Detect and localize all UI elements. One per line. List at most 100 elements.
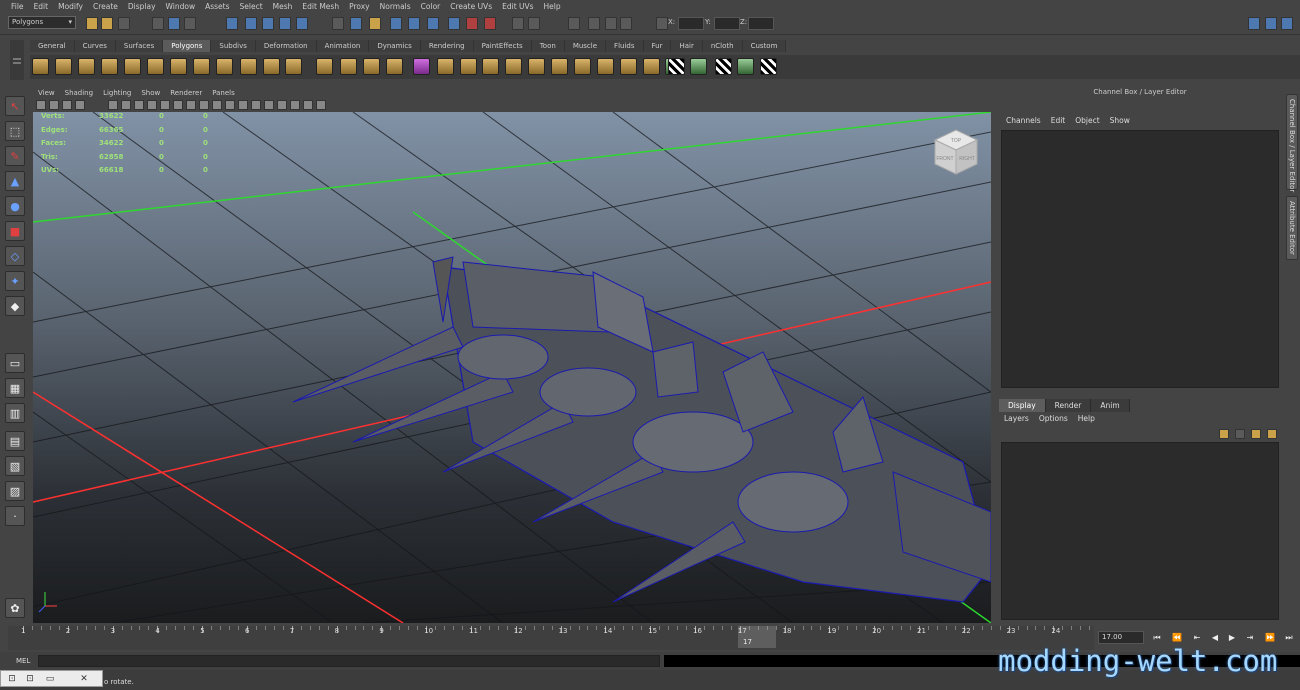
- viewport-menu-show[interactable]: Show: [136, 88, 165, 99]
- render-region-icon[interactable]: [484, 17, 496, 30]
- shelf-soccer-ball-icon[interactable]: [263, 58, 280, 75]
- render-settings-icon[interactable]: [427, 17, 439, 30]
- shelf-fill-hole-icon[interactable]: [460, 58, 477, 75]
- shelf-smooth-icon[interactable]: [386, 58, 403, 75]
- shelf-bevel-icon[interactable]: [643, 58, 660, 75]
- shelf-cylinder-icon[interactable]: [78, 58, 95, 75]
- menu-window[interactable]: Window: [161, 0, 201, 13]
- layer-tab-anim[interactable]: Anim: [1091, 399, 1130, 412]
- step-forward-frame-button[interactable]: ⇥: [1244, 632, 1256, 644]
- shelf-cylinder-map-icon[interactable]: [690, 58, 707, 75]
- render-view-icon[interactable]: [466, 17, 478, 30]
- play-forward-button[interactable]: ▶: [1226, 632, 1238, 644]
- attribute-editor-toggle-icon[interactable]: [1248, 17, 1260, 30]
- viewport-menu-panels[interactable]: Panels: [207, 88, 240, 99]
- layout-outliner-icon[interactable]: ▤: [5, 431, 25, 451]
- select-component-icon[interactable]: [184, 17, 196, 30]
- menu-select[interactable]: Select: [235, 0, 268, 13]
- vp-select-camera-icon[interactable]: [36, 100, 46, 110]
- perspective-viewport[interactable]: Verts: 33622 0 0 Edges: 66365 0 0 Faces: 34622 0 0 T…: [33, 112, 991, 623]
- camera-icon[interactable]: [605, 17, 617, 30]
- new-layer-icon[interactable]: [1219, 429, 1229, 439]
- shelf-tab-polygons[interactable]: Polygons: [163, 40, 212, 52]
- lasso-tool-icon[interactable]: ⬚: [5, 121, 25, 141]
- scene-icon[interactable]: ✿: [5, 598, 25, 618]
- layer-tab-render[interactable]: Render: [1045, 399, 1092, 412]
- shelf-platonic-icon[interactable]: [285, 58, 302, 75]
- shelf-tab-general[interactable]: General: [30, 40, 75, 52]
- menu-edit-mesh[interactable]: Edit Mesh: [297, 0, 344, 13]
- scale-tool-icon[interactable]: ■: [5, 221, 25, 241]
- construction-icon[interactable]: [528, 17, 540, 30]
- mel-input[interactable]: [38, 655, 660, 667]
- channel-menu-show[interactable]: Show: [1105, 116, 1135, 125]
- restore-window-icon[interactable]: ⊡: [23, 674, 37, 685]
- shelf-tab-animation[interactable]: Animation: [316, 40, 370, 52]
- open-scene-icon[interactable]: [101, 17, 113, 30]
- shelf-boolean-icon[interactable]: [413, 58, 430, 75]
- snap-grid-icon[interactable]: [226, 17, 238, 30]
- select-tool-icon[interactable]: ↖: [5, 96, 25, 116]
- view-cube[interactable]: TOP FRONT RIGHT: [931, 126, 981, 176]
- vp-safe-action-icon[interactable]: [173, 100, 183, 110]
- snap-plane-icon[interactable]: [279, 17, 291, 30]
- shelf-cube-icon[interactable]: [55, 58, 72, 75]
- shelf-tab-hair[interactable]: Hair: [671, 40, 703, 52]
- make-live-icon[interactable]: [296, 17, 308, 30]
- shelf-tab-ncloth[interactable]: nCloth: [702, 40, 743, 52]
- shelf-make-hole-icon[interactable]: [482, 58, 499, 75]
- z-field[interactable]: [748, 17, 774, 30]
- vp-high-quality-icon[interactable]: [303, 100, 313, 110]
- select-hierarchy-icon[interactable]: [152, 17, 164, 30]
- channel-box-toggle-icon[interactable]: [1281, 17, 1293, 30]
- shelf-tab-subdivs[interactable]: Subdivs: [211, 40, 256, 52]
- soft-mod-icon[interactable]: ✦: [5, 271, 25, 291]
- shelf-tab-painteffects[interactable]: PaintEffects: [473, 40, 532, 52]
- viewport-menu-shading[interactable]: Shading: [60, 88, 98, 99]
- layer-tab-display[interactable]: Display: [999, 399, 1046, 412]
- menu-create[interactable]: Create: [88, 0, 123, 13]
- y-field[interactable]: [714, 17, 740, 30]
- channel-list[interactable]: [1001, 130, 1279, 388]
- step-back-key-button[interactable]: ⏪: [1171, 632, 1183, 644]
- help-icon[interactable]: [350, 17, 362, 30]
- vp-xray-icon[interactable]: [264, 100, 274, 110]
- menu-edit[interactable]: Edit: [29, 0, 54, 13]
- shelf-duplicate-face-icon[interactable]: [597, 58, 614, 75]
- wireframe-icon[interactable]: [620, 17, 632, 30]
- menu-normals[interactable]: Normals: [375, 0, 416, 13]
- shelf-tab-surfaces[interactable]: Surfaces: [115, 40, 164, 52]
- vp-wireframe-on-shaded-icon[interactable]: [212, 100, 222, 110]
- shelf-extrude-icon[interactable]: [620, 58, 637, 75]
- shelf-average-icon[interactable]: [437, 58, 454, 75]
- layer-options-icon[interactable]: [1251, 429, 1261, 439]
- vp-image-plane-icon[interactable]: [75, 100, 85, 110]
- vp-show-all-icon[interactable]: [316, 100, 326, 110]
- last-tool-icon[interactable]: ◆: [5, 296, 25, 316]
- hypershade-icon[interactable]: [448, 17, 460, 30]
- shelf-tab-fluids[interactable]: Fluids: [606, 40, 644, 52]
- step-forward-key-button[interactable]: ⏩: [1264, 632, 1276, 644]
- layout-single-icon[interactable]: ▭: [5, 353, 25, 373]
- x-field[interactable]: [678, 17, 704, 30]
- layout-four-icon[interactable]: ▦: [5, 378, 25, 398]
- current-frame-field[interactable]: 17.00: [1098, 631, 1144, 644]
- step-back-frame-button[interactable]: ⇤: [1191, 632, 1203, 644]
- lock-icon[interactable]: [369, 17, 381, 30]
- transform-field-icon[interactable]: [656, 17, 668, 30]
- viewport-menu-lighting[interactable]: Lighting: [98, 88, 136, 99]
- shelf-pyramid-icon[interactable]: [193, 58, 210, 75]
- shelf-plane-icon[interactable]: [124, 58, 141, 75]
- vp-use-lights-icon[interactable]: [238, 100, 248, 110]
- vp-resolution-gate-icon[interactable]: [134, 100, 144, 110]
- shelf-insert-loop-icon[interactable]: [551, 58, 568, 75]
- paint-select-icon[interactable]: ✎: [5, 146, 25, 166]
- shelf-separate-icon[interactable]: [340, 58, 357, 75]
- shelf-auto-map-icon[interactable]: [737, 58, 754, 75]
- layer-list[interactable]: [1001, 442, 1279, 620]
- shelf-combine-icon[interactable]: [316, 58, 333, 75]
- shelf-helix-icon[interactable]: [240, 58, 257, 75]
- layout-split-icon[interactable]: ▥: [5, 403, 25, 423]
- layout-more-icon[interactable]: ·: [5, 506, 25, 526]
- vp-gate-mask-icon[interactable]: [147, 100, 157, 110]
